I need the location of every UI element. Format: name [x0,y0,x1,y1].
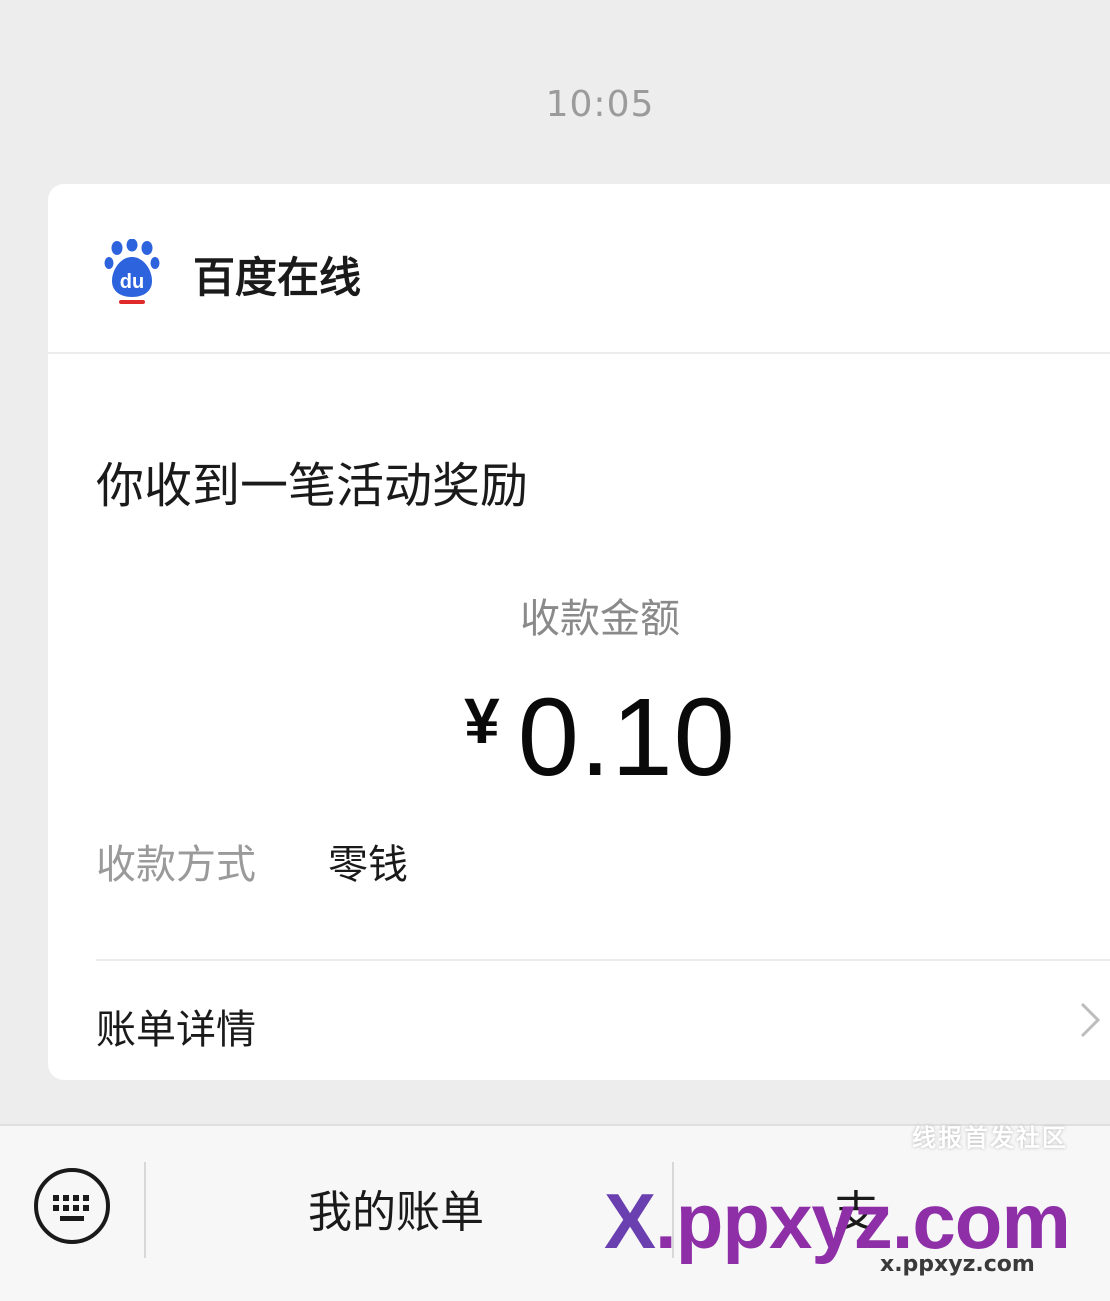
card-header[interactable]: du 百度在线 [48,184,1110,354]
menu-my-bills[interactable]: 我的账单 [308,1176,484,1240]
payment-method-value: 零钱 [328,842,408,888]
amount-value: 0.10 [517,676,736,799]
svg-text:du: du [120,271,144,293]
baidu-paw-logo-icon: du [104,239,160,304]
watermark-tag: 线报首发社区 [912,1124,1068,1152]
payment-method-label: 收款方式 [96,842,256,888]
divider [96,959,1110,961]
amount-display: ¥0.10 [48,674,1110,801]
currency-symbol: ¥ [464,685,500,757]
notification-title: 你收到一笔活动奖励 [96,458,529,514]
amount-label: 收款金额 [520,596,680,642]
keyboard-icon[interactable] [32,1166,112,1246]
menu-separator [144,1162,146,1258]
message-timestamp: 10:05 [545,84,655,125]
bill-details-link[interactable]: 账单详情 [48,962,1110,1080]
chevron-right-icon [1080,1002,1101,1038]
bill-details-label: 账单详情 [96,1007,256,1053]
menu-second-item[interactable]: 支 [834,1176,878,1240]
payment-method-row: 收款方式 零钱 [96,832,408,890]
payment-notification-card[interactable]: du 百度在线 你收到一笔活动奖励 收款金额 ¥0.10 收款方式 零钱 账单详情 [48,184,1110,1080]
menu-separator [672,1162,674,1258]
sender-name: 百度在线 [193,253,362,302]
